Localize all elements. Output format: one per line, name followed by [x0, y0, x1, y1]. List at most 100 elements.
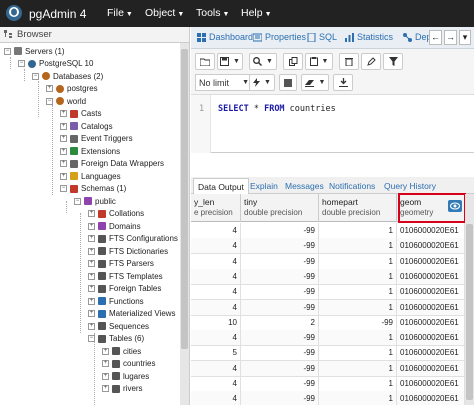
table-cell[interactable]: 1: [319, 284, 397, 301]
expand-icon[interactable]: +: [46, 85, 53, 92]
download-button[interactable]: [333, 74, 353, 91]
menu-object[interactable]: Object ▼: [145, 7, 184, 19]
tree-node[interactable]: − world: [46, 95, 86, 107]
table-cell[interactable]: 0106000020E61: [397, 391, 465, 405]
tree-node[interactable]: + Materialized Views: [88, 308, 176, 320]
table-cell[interactable]: 1: [319, 391, 397, 405]
table-row[interactable]: 4 -99 1 0106000020E61: [191, 360, 465, 377]
table-cell[interactable]: 4: [191, 391, 241, 405]
table-cell[interactable]: -99: [241, 345, 319, 362]
stop-button[interactable]: [279, 74, 297, 91]
tab-sql[interactable]: SQL: [307, 32, 337, 42]
edit-button[interactable]: [361, 53, 381, 70]
tree-node[interactable]: + postgres: [46, 83, 98, 95]
table-cell[interactable]: 1: [319, 253, 397, 270]
expand-icon[interactable]: +: [102, 372, 109, 380]
collapse-icon[interactable]: −: [4, 47, 11, 55]
table-cell[interactable]: 4: [191, 299, 241, 316]
tab-notifications[interactable]: Notifications: [329, 181, 375, 191]
menu-tools[interactable]: Tools ▼: [196, 7, 229, 19]
table-cell[interactable]: -99: [241, 238, 319, 255]
table-cell[interactable]: -99: [319, 314, 397, 331]
expand-icon[interactable]: +: [88, 247, 95, 255]
expand-icon[interactable]: +: [102, 347, 109, 355]
table-cell[interactable]: 0106000020E61: [397, 376, 465, 392]
expand-icon[interactable]: +: [60, 147, 67, 155]
table-cell[interactable]: -99: [241, 223, 319, 239]
tab-scroll-left-icon[interactable]: ←: [429, 30, 442, 45]
tab-scroll-right-icon[interactable]: →: [444, 30, 457, 45]
expand-icon[interactable]: +: [88, 210, 95, 217]
tree-node[interactable]: + Casts: [60, 108, 101, 120]
tree-node[interactable]: + lugares: [102, 370, 149, 382]
tab-messages[interactable]: Messages: [285, 181, 324, 191]
tab-data-output[interactable]: Data Output: [193, 178, 249, 195]
copy-button[interactable]: [283, 53, 303, 70]
column-header-homepart[interactable]: homepart double precision: [319, 194, 397, 222]
table-cell[interactable]: -99: [241, 284, 319, 301]
tab-dashboard[interactable]: Dashboard: [197, 32, 253, 42]
expand-icon[interactable]: +: [60, 172, 67, 180]
tab-menu-icon[interactable]: ▾: [459, 30, 471, 45]
collapse-icon[interactable]: −: [18, 60, 25, 67]
collapse-icon[interactable]: −: [32, 72, 39, 80]
tree-node[interactable]: + Catalogs: [60, 120, 113, 132]
table-cell[interactable]: -99: [241, 330, 319, 347]
table-cell[interactable]: 5: [191, 345, 241, 362]
table-cell[interactable]: 4: [191, 253, 241, 270]
collapse-icon[interactable]: −: [88, 335, 95, 342]
tree-node[interactable]: + FTS Configurations: [88, 233, 178, 245]
tree-node[interactable]: − Databases (2): [32, 70, 103, 82]
expand-icon[interactable]: +: [88, 285, 95, 292]
tree-node[interactable]: − PostgreSQL 10: [18, 58, 93, 70]
sql-code[interactable]: SELECT * FROM countries: [218, 104, 336, 114]
table-row[interactable]: 4 -99 1 0106000020E61: [191, 299, 465, 316]
table-cell[interactable]: 0106000020E61: [397, 299, 465, 316]
row-limit-select[interactable]: No limit ▼: [195, 74, 253, 91]
tree-node[interactable]: + Collations: [88, 208, 144, 220]
expand-icon[interactable]: +: [102, 385, 109, 392]
tab-statistics[interactable]: Statistics: [345, 32, 393, 42]
table-cell[interactable]: 1: [319, 345, 397, 362]
tab-properties[interactable]: Properties: [253, 32, 306, 42]
execute-button[interactable]: ▼: [249, 74, 275, 91]
tree-node[interactable]: − Servers (1): [4, 45, 65, 57]
table-row[interactable]: 4 -99 1 0106000020E61: [191, 238, 465, 255]
table-row[interactable]: 10 2 -99 0106000020E61: [191, 314, 465, 331]
tree-node[interactable]: + Event Triggers: [60, 133, 133, 145]
table-row[interactable]: 4 -99 1 0106000020E61: [191, 284, 465, 301]
table-cell[interactable]: 10: [191, 314, 241, 331]
expand-icon[interactable]: +: [88, 322, 95, 330]
paste-button[interactable]: ▼: [305, 53, 333, 70]
tree-node[interactable]: − public: [74, 195, 116, 207]
column-header-tiny[interactable]: tiny double precision: [241, 194, 319, 222]
expand-icon[interactable]: +: [88, 297, 95, 305]
table-cell[interactable]: -99: [241, 360, 319, 377]
table-cell[interactable]: -99: [241, 376, 319, 392]
delete-row-button[interactable]: [339, 53, 359, 70]
tree-node[interactable]: + rivers: [102, 383, 143, 395]
tree-node[interactable]: + Extensions: [60, 145, 120, 157]
tree-node[interactable]: − Schemas (1): [60, 183, 126, 195]
collapse-icon[interactable]: −: [60, 185, 67, 192]
table-cell[interactable]: 4: [191, 223, 241, 239]
table-row[interactable]: 4 -99 1 0106000020E61: [191, 330, 465, 347]
table-cell[interactable]: 0106000020E61: [397, 238, 465, 255]
tree-node[interactable]: + Languages: [60, 170, 121, 182]
table-cell[interactable]: -99: [241, 299, 319, 316]
save-button[interactable]: ▼: [217, 53, 243, 70]
clear-button[interactable]: ▼: [301, 74, 329, 91]
expand-icon[interactable]: +: [88, 310, 95, 317]
app-brand[interactable]: pgAdmin 4: [4, 4, 86, 23]
table-row[interactable]: 4 -99 1 0106000020E61: [191, 253, 465, 270]
table-row[interactable]: 4 -99 1 0106000020E61: [191, 376, 465, 392]
table-cell[interactable]: 1: [319, 268, 397, 285]
tree-node[interactable]: + countries: [102, 358, 155, 370]
table-cell[interactable]: 0106000020E61: [397, 314, 465, 331]
expand-icon[interactable]: +: [88, 222, 95, 230]
browser-scrollbar[interactable]: [180, 43, 189, 405]
tab-query-history[interactable]: Query History: [384, 181, 436, 191]
table-cell[interactable]: 4: [191, 360, 241, 377]
tab-explain[interactable]: Explain: [250, 181, 278, 191]
open-file-button[interactable]: [195, 53, 215, 70]
